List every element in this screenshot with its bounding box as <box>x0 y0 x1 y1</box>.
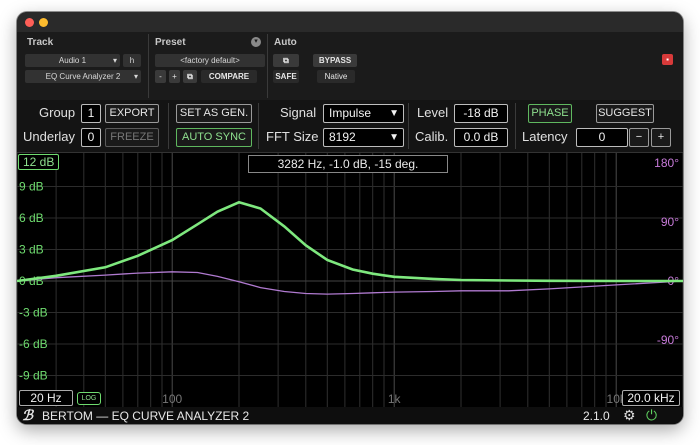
degree-tick-label: 90° <box>661 215 679 229</box>
group-label: Group <box>39 105 76 120</box>
freeze-button[interactable]: FREEZE <box>105 128 159 147</box>
calib-label: Calib. <box>415 129 449 144</box>
db-tick-label: -9 dB <box>19 369 48 383</box>
copy-settings-icon[interactable]: ⧉ <box>183 70 197 83</box>
chevron-down-icon: ▼ <box>389 108 399 119</box>
control-panel: Group 1 EXPORT Underlay 0 FREEZE SET AS … <box>17 100 683 153</box>
phase-curve <box>17 271 683 295</box>
safe-button[interactable]: SAFE <box>273 70 299 83</box>
freq-min-value: 20 Hz <box>30 391 62 405</box>
signal-value: Impulse <box>329 106 372 120</box>
preset-menu-icon[interactable]: ▾ <box>251 37 261 47</box>
freq-max-box[interactable]: 20.0 kHz <box>622 390 680 406</box>
fft-size-dropdown[interactable]: 8192 ▼ <box>323 128 404 147</box>
chevron-down-icon: ▾ <box>133 72 138 81</box>
plugin-close-icon[interactable]: ▪ <box>662 54 673 65</box>
db-tick-label: 9 dB <box>19 180 44 194</box>
track-suffix: h <box>129 56 135 65</box>
automation-window-icon[interactable]: ⧉ <box>273 54 299 67</box>
plugin-footer: ℬ BERTOM — EQ CURVE ANALYZER 2 2.1.0 ⚙ ⏻ <box>17 407 683 424</box>
chevron-down-icon: ▾ <box>112 56 117 65</box>
underlay-label: Underlay <box>23 129 76 144</box>
degree-tick-label: -90° <box>657 333 679 347</box>
eq-plot: 9 dB6 dB3 dB0 dB-3 dB-6 dB-9 dB180°90°0°… <box>17 153 683 407</box>
preset-value: <factory default> <box>180 56 240 65</box>
cursor-readout-text: 3282 Hz, -1.0 dB, -15 deg. <box>277 157 419 171</box>
signal-dropdown[interactable]: Impulse ▼ <box>323 104 404 123</box>
latency-label: Latency <box>522 129 568 144</box>
level-label: Level <box>417 105 449 120</box>
track-selector[interactable]: Audio 1 ▾ <box>25 54 120 67</box>
freq-max-value: 20.0 kHz <box>627 391 675 405</box>
track-label: Track <box>27 37 54 48</box>
freq-min-box[interactable]: 20 Hz <box>19 390 73 406</box>
native-indicator: Native <box>317 70 355 83</box>
group-field[interactable]: 1 <box>81 104 101 123</box>
auto-sync-button[interactable]: AUTO SYNC <box>176 128 252 147</box>
close-window-button[interactable] <box>25 18 34 27</box>
db-tick-label: 3 dB <box>19 243 44 257</box>
latency-decrease-button[interactable]: − <box>629 128 649 147</box>
fft-size-label: FFT Size <box>266 129 319 144</box>
auto-label: Auto <box>274 37 297 48</box>
frequency-tick-label: 100 <box>162 392 182 406</box>
plugin-window: Track Preset Auto ▾ Audio 1 ▾ h EQ Curve… <box>17 12 683 424</box>
title-bar <box>17 12 683 32</box>
db-tick-label: -6 dB <box>19 337 48 351</box>
chevron-down-icon: ▼ <box>389 132 399 143</box>
insert-selector[interactable]: EQ Curve Analyzer 2 ▾ <box>25 70 141 83</box>
suggest-button[interactable]: SUGGEST <box>596 104 654 123</box>
log-toggle[interactable]: LOG <box>77 392 101 405</box>
level-field[interactable]: -18 dB <box>454 104 508 123</box>
preset-label: Preset <box>155 37 186 48</box>
phase-button[interactable]: PHASE <box>528 104 572 123</box>
gear-icon[interactable]: ⚙ <box>623 407 636 424</box>
cursor-readout: 3282 Hz, -1.0 dB, -15 deg. <box>248 155 448 173</box>
preset-next-button[interactable]: + <box>169 70 180 83</box>
underlay-field[interactable]: 0 <box>81 128 101 147</box>
version-label: 2.1.0 <box>583 409 610 423</box>
range-top-value: 12 dB <box>23 155 55 169</box>
host-header: Track Preset Auto ▾ Audio 1 ▾ h EQ Curve… <box>17 32 683 100</box>
range-top-box[interactable]: 12 dB <box>18 154 60 170</box>
degree-tick-label: 180° <box>654 156 679 170</box>
track-name: Audio 1 <box>58 56 87 65</box>
fft-size-value: 8192 <box>329 130 356 144</box>
compare-button[interactable]: COMPARE <box>201 70 257 83</box>
preset-prev-button[interactable]: - <box>155 70 166 83</box>
log-label: LOG <box>81 395 97 402</box>
latency-field[interactable]: 0 <box>576 128 628 147</box>
export-button[interactable]: EXPORT <box>105 104 159 123</box>
minimize-window-button[interactable] <box>39 18 48 27</box>
plugin-body: Group 1 EXPORT Underlay 0 FREEZE SET AS … <box>17 100 683 424</box>
calib-field[interactable]: 0.0 dB <box>454 128 508 147</box>
magnitude-curve <box>17 200 683 283</box>
frequency-tick-label: 1k <box>388 392 402 406</box>
insert-name: EQ Curve Analyzer 2 <box>45 72 121 81</box>
signal-label: Signal <box>280 105 317 120</box>
track-suffix-selector[interactable]: h <box>123 54 141 67</box>
eq-graph[interactable]: 9 dB 6 dB 3 dB 0 dB -3 dB -6 dB -9 dB 180° 90° 0°… <box>17 153 683 407</box>
db-tick-label: 6 dB <box>19 211 44 225</box>
bypass-button[interactable]: BYPASS <box>313 54 357 67</box>
latency-increase-button[interactable]: + <box>651 128 671 147</box>
bertom-logo-icon: ℬ <box>22 407 34 423</box>
power-icon[interactable]: ⏻ <box>646 407 657 424</box>
set-as-generator-button[interactable]: SET AS GEN. <box>176 104 252 123</box>
brand-title: BERTOM — EQ CURVE ANALYZER 2 <box>42 409 250 423</box>
preset-selector[interactable]: <factory default> <box>155 54 265 67</box>
db-tick-label: -3 dB <box>19 306 48 320</box>
